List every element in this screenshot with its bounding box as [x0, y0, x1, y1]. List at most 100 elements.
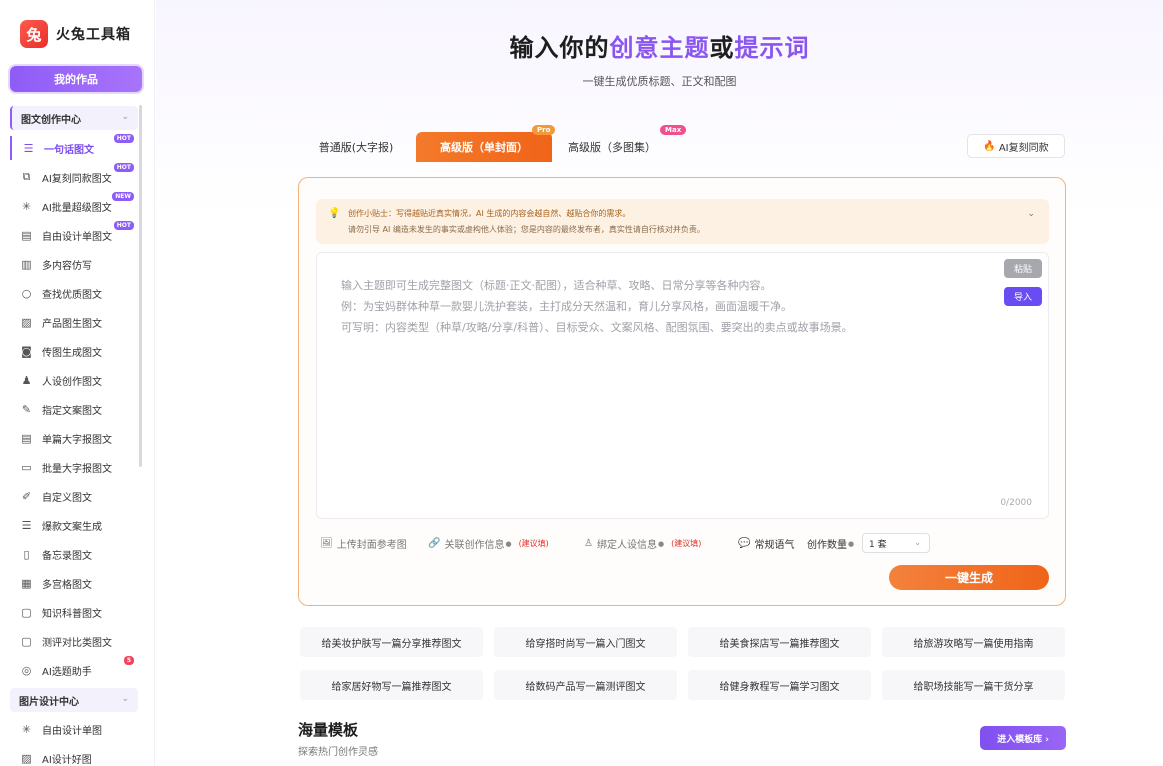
bind-persona-option[interactable]: ♙ 绑定人设信息 ● (建议填) [584, 536, 701, 551]
ai-copy-button[interactable]: 🔥 AI复刻同款 [967, 134, 1065, 158]
sidebar-item[interactable]: ✳ AI批量超级图文 NEW [10, 192, 138, 218]
sidebar-item-label: 传图生成图文 [42, 347, 102, 359]
sidebar-scrollbar[interactable] [139, 105, 142, 467]
title-part-a: 输入你的 [509, 34, 610, 62]
sidebar-item[interactable]: ▥ 多内容仿写 [10, 252, 138, 276]
sidebar-item[interactable]: ▭ 批量大字报图文 [10, 455, 138, 479]
sidebar-item[interactable]: ◙ 传图生成图文 [10, 339, 138, 363]
help-icon: ● [505, 539, 512, 548]
sidebar-item-label: 批量大字报图文 [42, 463, 112, 475]
sidebar-item-label: 测评对比类图文 [42, 637, 112, 649]
image-icon: ▨ [21, 315, 32, 329]
placeholder-line-1: 输入主题即可生成完整图文（标题·正文·配图），适合种草、攻略、日常分享等各种内容… [341, 279, 772, 292]
section-text-image-center[interactable]: 图文创作中心 ⌄ [10, 106, 138, 130]
link-label: 关联创作信息 [444, 540, 505, 551]
lightbulb-icon: 💡 [328, 208, 341, 219]
sidebar-item[interactable]: ✳ 自由设计单图 [10, 717, 138, 741]
sidebar-item-badge: HOT [113, 163, 134, 172]
doc-icon: ▤ [21, 228, 32, 242]
section-label: 图片设计中心 [19, 696, 79, 708]
sidebar-item-label: 备忘录图文 [42, 550, 92, 562]
sparkle-icon: ✳ [21, 199, 32, 213]
title-part-d: 提示词 [734, 34, 810, 62]
sidebar-item[interactable]: ♟ 人设创作图文 [10, 368, 138, 392]
suggest-tag: (建议填) [671, 539, 702, 548]
sidebar-item-badge: HOT [113, 221, 134, 230]
sidebar-item[interactable]: ✎ 指定文案图文 [10, 397, 138, 421]
chevron-down-icon[interactable]: ⌄ [1027, 209, 1035, 219]
section-image-design-center[interactable]: 图片设计中心 ⌄ [10, 688, 138, 712]
sidebar-item[interactable]: ▢ 知识科普图文 [10, 600, 138, 624]
prompt-suggestion-chip[interactable]: 给家居好物写一篇推荐图文 [300, 670, 483, 700]
prompt-suggestion-chip[interactable]: 给数码产品写一篇测评图文 [494, 670, 677, 700]
doc-icon: ▤ [21, 431, 32, 445]
generate-button[interactable]: 一键生成 [889, 565, 1049, 590]
sidebar-item[interactable]: ◎ AI选题助手 5 [10, 656, 138, 682]
my-works-button[interactable]: 我的作品 [10, 66, 142, 92]
grid-icon: ▦ [21, 576, 32, 590]
image-icon: ▨ [21, 751, 32, 765]
tip-line-1: 创作小贴士：写得越贴近真实情况，AI 生成的内容会越自然、越贴合你的需求。 [348, 209, 631, 218]
title-part-c: 或 [709, 34, 735, 62]
sidebar-item[interactable]: ⧉ AI复刻同款图文 HOT [10, 163, 138, 189]
sidebar-item[interactable]: ☰ 一句话图文 HOT [10, 134, 138, 160]
page-title: 输入你的创意主题或提示词 [156, 28, 1163, 63]
paste-button[interactable]: 粘贴 [1004, 259, 1042, 278]
sidebar-item-label: 自由设计单图文 [42, 231, 112, 243]
sparkle-icon: ✳ [21, 722, 32, 736]
upload-cover-option[interactable]: 🖼 上传封面参考图 [320, 536, 407, 551]
sidebar-item-label: 一句话图文 [44, 144, 94, 156]
prompt-suggestion-chip[interactable]: 给职场技能写一篇干货分享 [882, 670, 1065, 700]
prompt-suggestion-chip[interactable]: 给美食探店写一篇推荐图文 [688, 627, 871, 657]
pen-icon: ✐ [21, 489, 32, 503]
tab-basic[interactable]: 普通版(大字报) [300, 132, 412, 162]
tip-line-2: 请勿引导 AI 编造未发生的事实或虚构他人体验；您是内容的最终发布者，真实性请自… [348, 225, 705, 234]
page-subtitle: 一键生成优质标题、正文和配图 [582, 75, 737, 88]
brand[interactable]: 兔 火兔工具箱 [20, 20, 131, 48]
sidebar-item[interactable]: ○ 查找优质图文 [10, 281, 138, 305]
sidebar-item-label: 自由设计单图 [42, 725, 102, 737]
sidebar-item[interactable]: ▦ 多宫格图文 [10, 571, 138, 595]
suggest-tag: (建议填) [518, 539, 549, 548]
prompt-suggestion-chip[interactable]: 给健身教程写一篇学习图文 [688, 670, 871, 700]
link-info-option[interactable]: 🔗 关联创作信息 ● (建议填) [428, 536, 549, 551]
sidebar-item-label: 单篇大字报图文 [42, 434, 112, 446]
enter-template-library-button[interactable]: 进入模板库 › [980, 726, 1066, 750]
sidebar-item[interactable]: ▤ 自由设计单图文 HOT [10, 221, 138, 247]
sidebar-item[interactable]: ▤ 单篇大字报图文 [10, 426, 138, 450]
sidebar-item-badge: HOT [113, 134, 134, 143]
help-icon: ● [657, 539, 665, 548]
persona-label: 绑定人设信息 [596, 540, 657, 551]
prompt-suggestion-chip[interactable]: 给穿搭时尚写一篇入门图文 [494, 627, 677, 657]
topic-input[interactable]: 输入主题即可生成完整图文（标题·正文·配图），适合种草、攻略、日常分享等各种内容… [316, 252, 1049, 519]
quantity-select[interactable]: 1 套 ⌄ [862, 533, 930, 553]
tab-advanced-single[interactable]: 高级版（单封面） [416, 132, 552, 162]
chevron-down-icon: ⌄ [121, 112, 129, 122]
sidebar-item[interactable]: ▯ 备忘录图文 [10, 542, 138, 566]
templates-subtitle: 探索热门创作灵感 [298, 747, 378, 758]
sidebar-item-label: 知识科普图文 [42, 608, 102, 620]
section-label: 图文创作中心 [21, 114, 81, 126]
import-button[interactable]: 导入 [1004, 287, 1042, 306]
compass-icon: ◎ [21, 663, 32, 677]
tone-option[interactable]: 💬 常规语气 [738, 536, 794, 551]
sidebar-item[interactable]: ✐ 自定义图文 [10, 484, 138, 508]
doc-lines-icon: ☰ [21, 518, 32, 532]
upload-label: 上传封面参考图 [336, 540, 407, 551]
sidebar-item-label: 自定义图文 [42, 492, 92, 504]
sidebar-item-label: 产品图生图文 [42, 318, 102, 330]
tip-bar[interactable]: 💡 创作小贴士：写得越贴近真实情况，AI 生成的内容会越自然、越贴合你的需求。 … [316, 199, 1049, 244]
sidebar-item[interactable]: ▢ 测评对比类图文 [10, 629, 138, 653]
placeholder-line-2: 例：为宝妈群体种草一款婴儿洗护套装，主打成分天然温和，育儿分享风格，画面温暖干净… [341, 300, 792, 313]
sidebar-item-label: 多内容仿写 [42, 260, 92, 272]
person-icon: ♟ [21, 373, 32, 387]
sidebar-item[interactable]: ☰ 爆款文案生成 [10, 513, 138, 537]
chevron-down-icon: ⌄ [914, 538, 921, 547]
sidebar: 兔 火兔工具箱 我的作品 图文创作中心 ⌄ ☰ 一句话图文 HOT ⧉ AI复刻同款图文… [0, 0, 155, 766]
tab-advanced-multi[interactable]: 高级版（多图集） [556, 132, 668, 162]
sidebar-item[interactable]: ▨ AI设计好图 [10, 746, 138, 766]
link-icon: 🔗 [428, 538, 441, 549]
prompt-suggestion-chip[interactable]: 给旅游攻略写一篇使用指南 [882, 627, 1065, 657]
sidebar-item[interactable]: ▨ 产品图生图文 [10, 310, 138, 334]
prompt-suggestion-chip[interactable]: 给美妆护肤写一篇分享推荐图文 [300, 627, 483, 657]
